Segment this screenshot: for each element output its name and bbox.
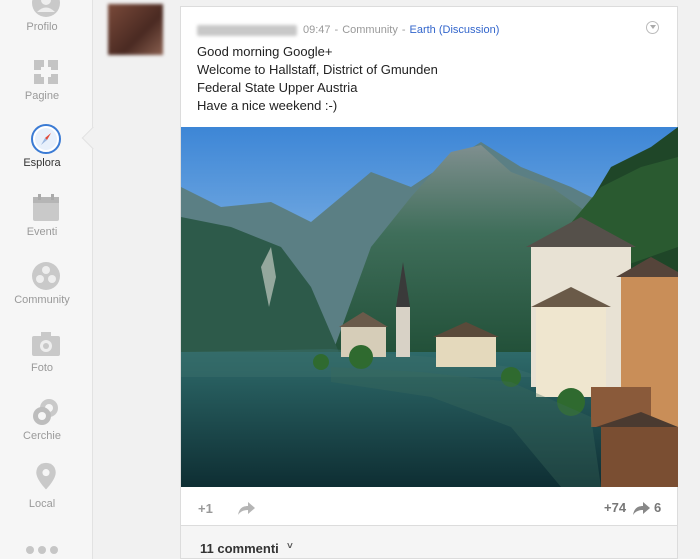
post-line: Good morning Google+ bbox=[197, 44, 333, 59]
sidebar-item-esplora[interactable]: Esplora bbox=[0, 124, 93, 184]
post-line: Welcome to Hallstaff, District of Gmunde… bbox=[197, 62, 438, 77]
sidebar-item-eventi[interactable]: Eventi bbox=[0, 193, 93, 253]
sidebar-item-label: Pagine bbox=[24, 90, 60, 102]
hallstatt-landscape-image bbox=[181, 127, 678, 487]
separator: - bbox=[334, 24, 339, 36]
profile-icon bbox=[32, 0, 60, 17]
community-icon bbox=[32, 262, 60, 290]
separator: - bbox=[401, 24, 406, 36]
post-menu-icon[interactable] bbox=[646, 21, 659, 34]
sidebar-item-label: Local bbox=[28, 498, 56, 510]
pages-icon bbox=[34, 60, 58, 84]
share-count[interactable]: 6 bbox=[654, 500, 661, 515]
map-pin-icon bbox=[36, 462, 56, 490]
post-time[interactable]: 09:47 bbox=[303, 24, 331, 36]
share-icon[interactable] bbox=[237, 500, 257, 516]
compass-icon bbox=[31, 124, 61, 154]
sidebar-item-pagine[interactable]: Pagine bbox=[0, 57, 93, 117]
post-header: 09:47- Community - Earth (Discussion) bbox=[197, 24, 499, 38]
avatar[interactable] bbox=[108, 4, 163, 55]
camera-icon bbox=[32, 332, 60, 356]
sidebar-item-label: Esplora bbox=[23, 157, 61, 169]
comments-bar[interactable]: 11 commenti ˅ bbox=[180, 526, 678, 559]
post-category-link[interactable]: Earth (Discussion) bbox=[410, 24, 500, 36]
sidebar-item-label: Cerchie bbox=[23, 430, 61, 442]
sidebar-item-foto[interactable]: Foto bbox=[0, 329, 93, 389]
chevron-down-icon[interactable]: ˅ bbox=[287, 541, 293, 552]
circles-icon bbox=[33, 399, 58, 425]
plus-one-count[interactable]: +74 bbox=[604, 500, 626, 515]
sidebar-nav: Profilo Pagine Esplora Eventi Community … bbox=[0, 0, 93, 559]
comments-count[interactable]: 11 commenti bbox=[200, 541, 279, 556]
sidebar-item-label: Profilo bbox=[26, 21, 58, 33]
author-name-redacted[interactable] bbox=[197, 24, 297, 36]
sidebar-item-label: Community bbox=[14, 294, 70, 306]
reshare-icon bbox=[633, 502, 650, 515]
post-line: Federal State Upper Austria bbox=[197, 80, 358, 95]
sidebar-item-local[interactable]: Local bbox=[0, 462, 93, 522]
sidebar-item-cerchie[interactable]: Cerchie bbox=[0, 397, 93, 457]
post-actions: +1 +74 6 bbox=[181, 487, 678, 527]
sidebar-item-profilo[interactable]: Profilo bbox=[0, 0, 93, 48]
calendar-icon bbox=[33, 194, 59, 221]
sidebar-item-label: Foto bbox=[30, 362, 53, 374]
sidebar-item-community[interactable]: Community bbox=[0, 261, 93, 321]
post-line: Have a nice weekend :-) bbox=[197, 98, 338, 113]
post-card: 09:47- Community - Earth (Discussion) Good … bbox=[180, 6, 678, 526]
sidebar-item-label: Eventi bbox=[26, 226, 58, 238]
post-community[interactable]: Community bbox=[342, 24, 398, 36]
more-dots-icon[interactable] bbox=[26, 541, 66, 554]
post-photo[interactable] bbox=[181, 127, 678, 487]
post-text: Good morning Google+ Welcome to Hallstaf… bbox=[197, 43, 657, 115]
plus-one-button[interactable]: +1 bbox=[198, 501, 213, 516]
